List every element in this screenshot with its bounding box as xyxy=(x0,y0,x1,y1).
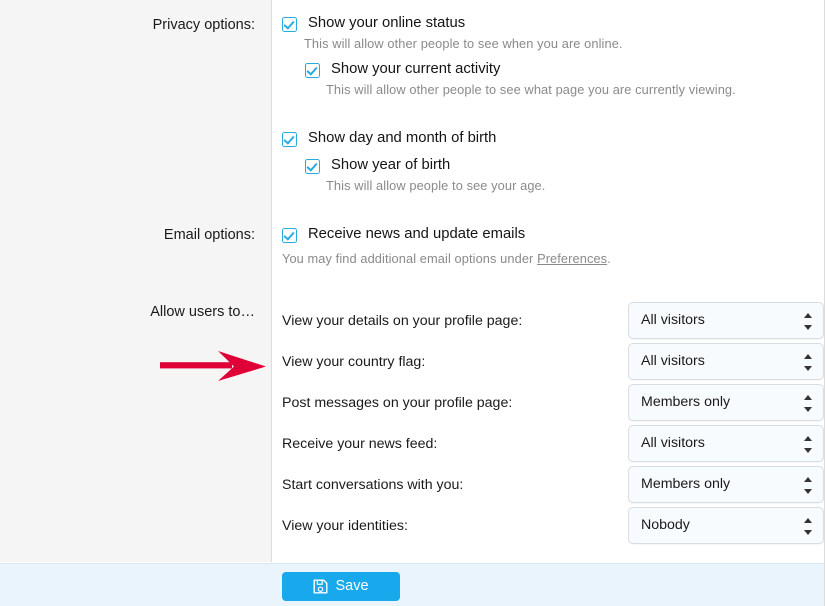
preferences-link[interactable]: Preferences xyxy=(537,251,607,266)
chevron-updown-icon xyxy=(804,435,813,454)
select-value-view-details: All visitors xyxy=(641,312,705,328)
permission-label-start-conversations: Start conversations with you: xyxy=(282,477,464,493)
save-button[interactable]: Save xyxy=(282,572,400,601)
select-value-view-identities: Nobody xyxy=(641,517,690,533)
checkbox-label-show-day-month-of-birth: Show day and month of birth xyxy=(308,130,497,146)
select-view-details[interactable]: All visitors xyxy=(628,302,824,339)
select-view-identities[interactable]: Nobody xyxy=(628,507,824,544)
form-label-gutter: Privacy options: Email options: Allow us… xyxy=(0,0,272,562)
permission-row-view-identities: View your identities: Nobody xyxy=(273,507,824,548)
permission-label-view-country-flag: View your country flag: xyxy=(282,354,426,370)
select-value-receive-news-feed: All visitors xyxy=(641,435,705,451)
checkbox-show-current-activity[interactable] xyxy=(305,63,320,78)
checkbox-show-year-of-birth[interactable] xyxy=(305,159,320,174)
select-value-start-conversations: Members only xyxy=(641,476,731,492)
checkbox-label-receive-news-emails: Receive news and update emails xyxy=(308,226,526,242)
description-show-online-status: This will allow other people to see when… xyxy=(304,36,623,51)
permission-label-view-identities: View your identities: xyxy=(282,518,408,534)
permission-row-start-conversations: Start conversations with you: Members on… xyxy=(273,466,824,507)
description-show-year-of-birth: This will allow people to see your age. xyxy=(326,178,546,193)
email-options-note: You may find additional email options un… xyxy=(282,251,611,267)
select-receive-news-feed[interactable]: All visitors xyxy=(628,425,824,462)
settings-form-area: Privacy options: Email options: Allow us… xyxy=(0,0,824,562)
gutter-label-email-options: Email options: xyxy=(163,227,255,243)
checkbox-row-receive-news-emails[interactable]: Receive news and update emails xyxy=(282,226,525,243)
chevron-updown-icon xyxy=(804,312,813,331)
permission-label-receive-news-feed: Receive your news feed: xyxy=(282,436,438,452)
checkbox-show-online-status[interactable] xyxy=(282,17,297,32)
permission-label-view-details: View your details on your profile page: xyxy=(282,313,523,329)
select-value-view-country-flag: All visitors xyxy=(641,353,705,369)
description-show-current-activity: This will allow other people to see what… xyxy=(326,82,736,97)
checkbox-label-show-year-of-birth: Show year of birth xyxy=(331,157,451,173)
permission-row-view-details: View your details on your profile page: … xyxy=(273,302,824,343)
form-footer-bar: Save xyxy=(0,563,824,606)
email-note-prefix: You may find additional email options un… xyxy=(282,251,538,266)
select-value-post-messages: Members only xyxy=(641,394,731,410)
gutter-label-allow-users-to: Allow users to… xyxy=(150,304,255,320)
permission-row-view-country-flag: View your country flag: All visitors xyxy=(273,343,824,384)
checkbox-row-show-day-month-of-birth[interactable]: Show day and month of birth xyxy=(282,130,496,147)
select-start-conversations[interactable]: Members only xyxy=(628,466,824,503)
checkbox-row-show-year-of-birth[interactable]: Show year of birth xyxy=(305,157,450,174)
gutter-label-privacy-options: Privacy options: xyxy=(152,17,255,33)
chevron-updown-icon xyxy=(804,476,813,495)
chevron-updown-icon xyxy=(804,517,813,536)
chevron-updown-icon xyxy=(804,353,813,372)
checkbox-row-show-current-activity[interactable]: Show your current activity xyxy=(305,61,500,78)
select-view-country-flag[interactable]: All visitors xyxy=(628,343,824,380)
floppy-disk-save-icon xyxy=(313,579,328,594)
save-button-label: Save xyxy=(335,578,369,595)
email-note-suffix: . xyxy=(607,251,611,266)
checkbox-row-show-online-status[interactable]: Show your online status xyxy=(282,15,465,32)
checkbox-label-show-current-activity: Show your current activity xyxy=(331,61,501,77)
permission-row-post-messages: Post messages on your profile page: Memb… xyxy=(273,384,824,425)
permission-row-receive-news-feed: Receive your news feed: All visitors xyxy=(273,425,824,466)
permission-label-post-messages: Post messages on your profile page: xyxy=(282,395,513,411)
checkbox-show-day-month-of-birth[interactable] xyxy=(282,132,297,147)
checkbox-receive-news-emails[interactable] xyxy=(282,228,297,243)
settings-content-column: Show your online status This will allow … xyxy=(273,0,824,562)
checkbox-label-show-online-status: Show your online status xyxy=(308,15,466,31)
privacy-settings-page: Privacy options: Email options: Allow us… xyxy=(0,0,825,606)
select-post-messages[interactable]: Members only xyxy=(628,384,824,421)
chevron-updown-icon xyxy=(804,394,813,413)
